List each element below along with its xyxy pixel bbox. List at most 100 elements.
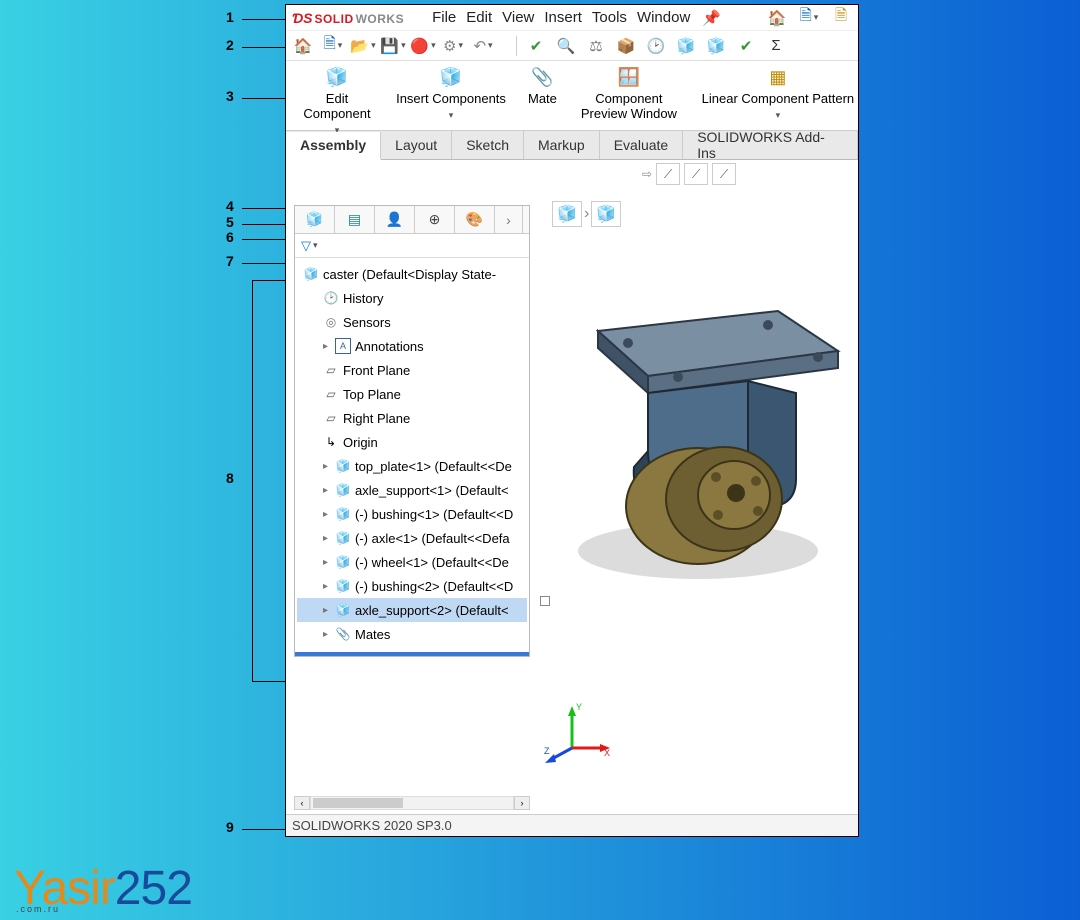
view-icon[interactable]: ⟋ <box>712 163 736 185</box>
sigma-icon[interactable]: Σ <box>765 35 787 57</box>
main-area: ○ 🧊 ▤ 👤 ⊕ 🎨 › ▽ ▾ 🧊 caster (Default<Disp… <box>286 161 858 814</box>
orientation-triad[interactable]: Y X Z <box>542 698 612 768</box>
menu-insert[interactable]: Insert <box>544 9 582 26</box>
mate-button[interactable]: 📎 Mate <box>520 63 565 108</box>
graphics-area[interactable]: ⇨ ⟋ ⟋ ⟋ 🧊 › 🧊 <box>538 161 858 814</box>
tree-history[interactable]: 🕑 History <box>297 286 527 310</box>
pin-icon[interactable]: 📌 <box>700 7 722 29</box>
command-tabs: Assembly Layout Sketch Markup Evaluate S… <box>286 131 858 160</box>
view-icon[interactable]: ⟋ <box>656 163 680 185</box>
history-icon: 🕑 <box>323 290 339 306</box>
undo-icon[interactable]: ↶ <box>472 35 494 57</box>
linear-pattern-icon: ▦ <box>765 65 791 89</box>
menu-view[interactable]: View <box>502 9 534 26</box>
fm-tab-appearance[interactable]: 🎨 <box>455 206 495 233</box>
sensors-icon: ◎ <box>323 314 339 330</box>
tree-horizontal-scrollbar[interactable]: ‹ › <box>294 795 530 811</box>
tree-part-selected[interactable]: ▸🧊axle_support<2> (Default< <box>297 598 527 622</box>
callout-5: 5 <box>226 214 234 230</box>
feature-manager-pane: 🧊 ▤ 👤 ⊕ 🎨 › ▽ ▾ 🧊 caster (Default<Displa… <box>294 205 530 657</box>
tree-part[interactable]: ▸🧊(-) wheel<1> (Default<<De <box>297 550 527 574</box>
edit-component-button[interactable]: 🧊 Edit Component ▾ <box>292 63 382 140</box>
person-icon: 👤 <box>386 211 403 228</box>
rebuild-icon[interactable]: ✔ <box>525 35 547 57</box>
annotations-icon: A <box>335 338 351 354</box>
tab-evaluate[interactable]: Evaluate <box>600 131 683 159</box>
component-preview-button[interactable]: 🪟 Component Preview Window <box>569 63 689 123</box>
open-icon[interactable]: 📂 <box>352 35 374 57</box>
tab-layout[interactable]: Layout <box>381 131 452 159</box>
svg-text:X: X <box>604 748 610 758</box>
breadcrumb-part-icon[interactable]: 🧊 <box>591 201 621 227</box>
tree-mates[interactable]: ▸📎Mates <box>297 622 527 646</box>
tree-front-plane[interactable]: ▱ Front Plane <box>297 358 527 382</box>
tab-assembly[interactable]: Assembly <box>286 132 381 160</box>
tree-origin[interactable]: ↳ Origin <box>297 430 527 454</box>
chevron-right-icon[interactable]: ▸ <box>323 341 331 352</box>
insert-components-icon: 🧊 <box>438 65 464 89</box>
part-icon: 🧊 <box>335 578 351 594</box>
print-icon[interactable]: 🔴 <box>412 35 434 57</box>
fm-tab-dim[interactable]: ⊕ <box>415 206 455 233</box>
arrow-right-icon[interactable]: ⇨ <box>642 167 652 181</box>
clock-icon[interactable]: 🕑 <box>645 35 667 57</box>
tree-root[interactable]: 🧊 caster (Default<Display State- <box>297 262 527 286</box>
view-icon[interactable]: ⟋ <box>684 163 708 185</box>
new-icon[interactable]: 🗎 <box>798 7 820 29</box>
plane-icon: ▱ <box>323 362 339 378</box>
home-icon[interactable]: 🏠 <box>292 35 314 57</box>
tree-sensors[interactable]: ◎ Sensors <box>297 310 527 334</box>
tab-sketch[interactable]: Sketch <box>452 131 524 159</box>
tree-top-plane[interactable]: ▱ Top Plane <box>297 382 527 406</box>
preview-window-icon: 🪟 <box>616 65 642 89</box>
tree-annotations[interactable]: ▸ A Annotations <box>297 334 527 358</box>
cube-icon[interactable]: 🧊 <box>675 35 697 57</box>
callout-9: 9 <box>226 819 234 835</box>
menu-file[interactable]: File <box>432 9 456 26</box>
part-icon: 🧊 <box>335 458 351 474</box>
box-icon[interactable]: 📦 <box>615 35 637 57</box>
feature-manager-tabs: 🧊 ▤ 👤 ⊕ 🎨 › <box>295 206 529 234</box>
fm-tab-more[interactable]: › <box>495 206 523 233</box>
insert-components-button[interactable]: 🧊 Insert Components ▾ <box>386 63 516 125</box>
new-doc-icon[interactable]: 🗎 <box>322 35 344 57</box>
balance-icon[interactable]: ⚖ <box>585 35 607 57</box>
callout-1: 1 <box>226 9 234 25</box>
part-icon: 🧊 <box>335 482 351 498</box>
tree-part[interactable]: ▸🧊axle_support<1> (Default< <box>297 478 527 502</box>
breadcrumb-assembly-icon[interactable]: 🧊 <box>552 201 582 227</box>
tree-part[interactable]: ▸🧊(-) axle<1> (Default<<Defa <box>297 526 527 550</box>
tab-markup[interactable]: Markup <box>524 131 600 159</box>
more-icon[interactable]: 🗎 <box>830 7 852 29</box>
scroll-left-icon[interactable]: ‹ <box>294 796 310 810</box>
check-icon[interactable]: ✔ <box>735 35 757 57</box>
tree-filter[interactable]: ▽ ▾ <box>295 234 529 258</box>
menu-window[interactable]: Window <box>637 9 690 26</box>
callout-8: 8 <box>226 470 234 486</box>
linear-pattern-button[interactable]: ▦ Linear Component Pattern ▾ <box>693 63 859 125</box>
zoom-icon[interactable]: 🔍 <box>555 35 577 57</box>
caster-model <box>538 281 859 601</box>
tree-part[interactable]: ▸🧊(-) bushing<1> (Default<<D <box>297 502 527 526</box>
tree-right-plane[interactable]: ▱ Right Plane <box>297 406 527 430</box>
callout-4: 4 <box>226 198 234 214</box>
tree-part[interactable]: ▸🧊(-) bushing<2> (Default<<D <box>297 574 527 598</box>
menu-bar: ƊS SOLIDWORKS File Edit View Insert Tool… <box>286 5 858 31</box>
scroll-right-icon[interactable]: › <box>514 796 530 810</box>
tab-addins[interactable]: SOLIDWORKS Add-Ins <box>683 131 858 159</box>
quick-access-toolbar: 🏠 🗎 📂 💾 🔴 ⚙ ↶ ✔ 🔍 ⚖ 📦 🕑 🧊 🧊 ✔ Σ <box>286 31 858 61</box>
funnel-icon: ▽ <box>301 238 311 254</box>
origin-icon: ↳ <box>323 434 339 450</box>
menu-edit[interactable]: Edit <box>466 9 492 26</box>
fm-tab-config[interactable]: 👤 <box>375 206 415 233</box>
save-icon[interactable]: 💾 <box>382 35 404 57</box>
mate-icon: 📎 <box>529 65 555 89</box>
tree-part[interactable]: ▸🧊top_plate<1> (Default<<De <box>297 454 527 478</box>
status-bar: SOLIDWORKS 2020 SP3.0 <box>286 814 858 836</box>
home-icon[interactable]: 🏠 <box>766 7 788 29</box>
options-icon[interactable]: ⚙ <box>442 35 464 57</box>
fm-tab-tree[interactable]: 🧊 <box>295 206 335 233</box>
menu-tools[interactable]: Tools <box>592 9 627 26</box>
cube2-icon[interactable]: 🧊 <box>705 35 727 57</box>
fm-tab-property[interactable]: ▤ <box>335 206 375 233</box>
